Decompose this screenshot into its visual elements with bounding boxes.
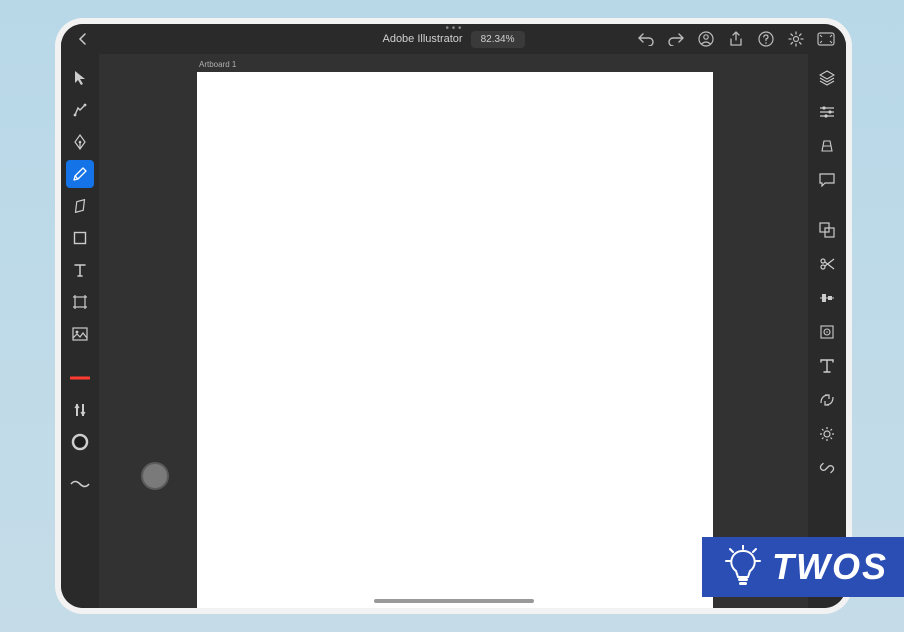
gear-icon — [788, 31, 804, 47]
lightbulb-icon — [724, 545, 762, 589]
layers-icon — [819, 70, 835, 86]
comments-panel-button[interactable] — [813, 166, 841, 194]
artboard-label: Artboard 1 — [199, 60, 236, 69]
type-tool[interactable] — [66, 256, 94, 284]
type-icon — [73, 263, 87, 277]
zoom-label: 82.34% — [481, 34, 515, 45]
tablet-frame: • • • Adobe Illustrator 82.34% — [55, 18, 852, 614]
pathfinder-icon — [819, 222, 835, 238]
pencil-tool[interactable] — [66, 160, 94, 188]
pen-icon — [73, 134, 87, 150]
app-screen: • • • Adobe Illustrator 82.34% — [61, 24, 846, 608]
square-icon — [73, 231, 87, 245]
selection-tool[interactable] — [66, 64, 94, 92]
perspective-icon — [819, 139, 835, 153]
stroke-swatch-icon — [70, 375, 90, 381]
repeat-panel-button[interactable] — [813, 386, 841, 414]
eraser-icon — [72, 199, 88, 213]
artboard-tool[interactable] — [66, 288, 94, 316]
toolbar-left — [61, 54, 99, 608]
eraser-tool[interactable] — [66, 192, 94, 220]
type-panel-icon — [820, 359, 834, 373]
settings-button[interactable] — [786, 29, 806, 49]
transform-panel-button[interactable] — [813, 132, 841, 160]
artboard-1[interactable] — [197, 72, 713, 608]
multitask-dots-icon: • • • — [445, 24, 461, 34]
undo-button[interactable] — [636, 29, 656, 49]
repeat-icon — [819, 393, 835, 407]
undo-icon — [638, 32, 654, 46]
cursor-icon — [73, 70, 87, 86]
brush-stroke-preview[interactable] — [66, 470, 94, 498]
back-button[interactable] — [71, 27, 95, 51]
guides-panel-button[interactable] — [813, 420, 841, 448]
profile-icon — [698, 31, 714, 47]
fill-swatch[interactable] — [66, 428, 94, 456]
align-icon — [819, 291, 835, 305]
place-image-tool[interactable] — [66, 320, 94, 348]
direct-selection-tool[interactable] — [66, 96, 94, 124]
stroke-options-icon — [73, 402, 87, 418]
artboard-icon — [72, 294, 88, 310]
properties-panel-button[interactable] — [813, 98, 841, 126]
topbar: • • • Adobe Illustrator 82.34% — [61, 24, 846, 54]
scissors-icon — [819, 257, 835, 271]
redo-button[interactable] — [666, 29, 686, 49]
sliders-icon — [819, 105, 835, 119]
layers-panel-button[interactable] — [813, 64, 841, 92]
toolbar-right — [808, 54, 846, 608]
stroke-swatch[interactable] — [66, 364, 94, 392]
target-icon — [819, 324, 835, 340]
touch-shortcut-puck[interactable] — [141, 462, 169, 490]
watermark-text: TWOS — [772, 546, 888, 588]
type-panel-button[interactable] — [813, 352, 841, 380]
canvas-area[interactable]: Artboard 1 — [99, 54, 808, 608]
comment-icon — [819, 173, 835, 187]
direct-select-icon — [72, 102, 88, 118]
shape-tool[interactable] — [66, 224, 94, 252]
pen-tool[interactable] — [66, 128, 94, 156]
share-icon — [729, 31, 743, 47]
link-icon — [819, 461, 835, 475]
pencil-icon — [72, 166, 88, 182]
align-panel-button[interactable] — [813, 284, 841, 312]
present-button[interactable] — [816, 29, 836, 49]
gear-small-icon — [819, 426, 835, 442]
watermark-banner: TWOS — [702, 537, 904, 597]
fill-swatch-icon — [71, 433, 89, 451]
share-button[interactable] — [726, 29, 746, 49]
scissors-panel-button[interactable] — [813, 250, 841, 278]
redo-icon — [668, 32, 684, 46]
chevron-left-icon — [78, 33, 88, 45]
help-button[interactable] — [756, 29, 776, 49]
home-indicator[interactable] — [374, 599, 534, 603]
zoom-control[interactable]: 82.34% — [471, 31, 525, 48]
topbar-center: • • • Adobe Illustrator 82.34% — [382, 31, 524, 48]
profile-button[interactable] — [696, 29, 716, 49]
precision-panel-button[interactable] — [813, 318, 841, 346]
link-panel-button[interactable] — [813, 454, 841, 482]
app-title: Adobe Illustrator — [382, 33, 462, 45]
stroke-options[interactable] — [66, 396, 94, 424]
present-icon — [817, 32, 835, 46]
help-icon — [758, 31, 774, 47]
image-icon — [72, 327, 88, 341]
wave-icon — [70, 479, 90, 489]
main-area: Artboard 1 — [61, 54, 846, 608]
pathfinder-panel-button[interactable] — [813, 216, 841, 244]
